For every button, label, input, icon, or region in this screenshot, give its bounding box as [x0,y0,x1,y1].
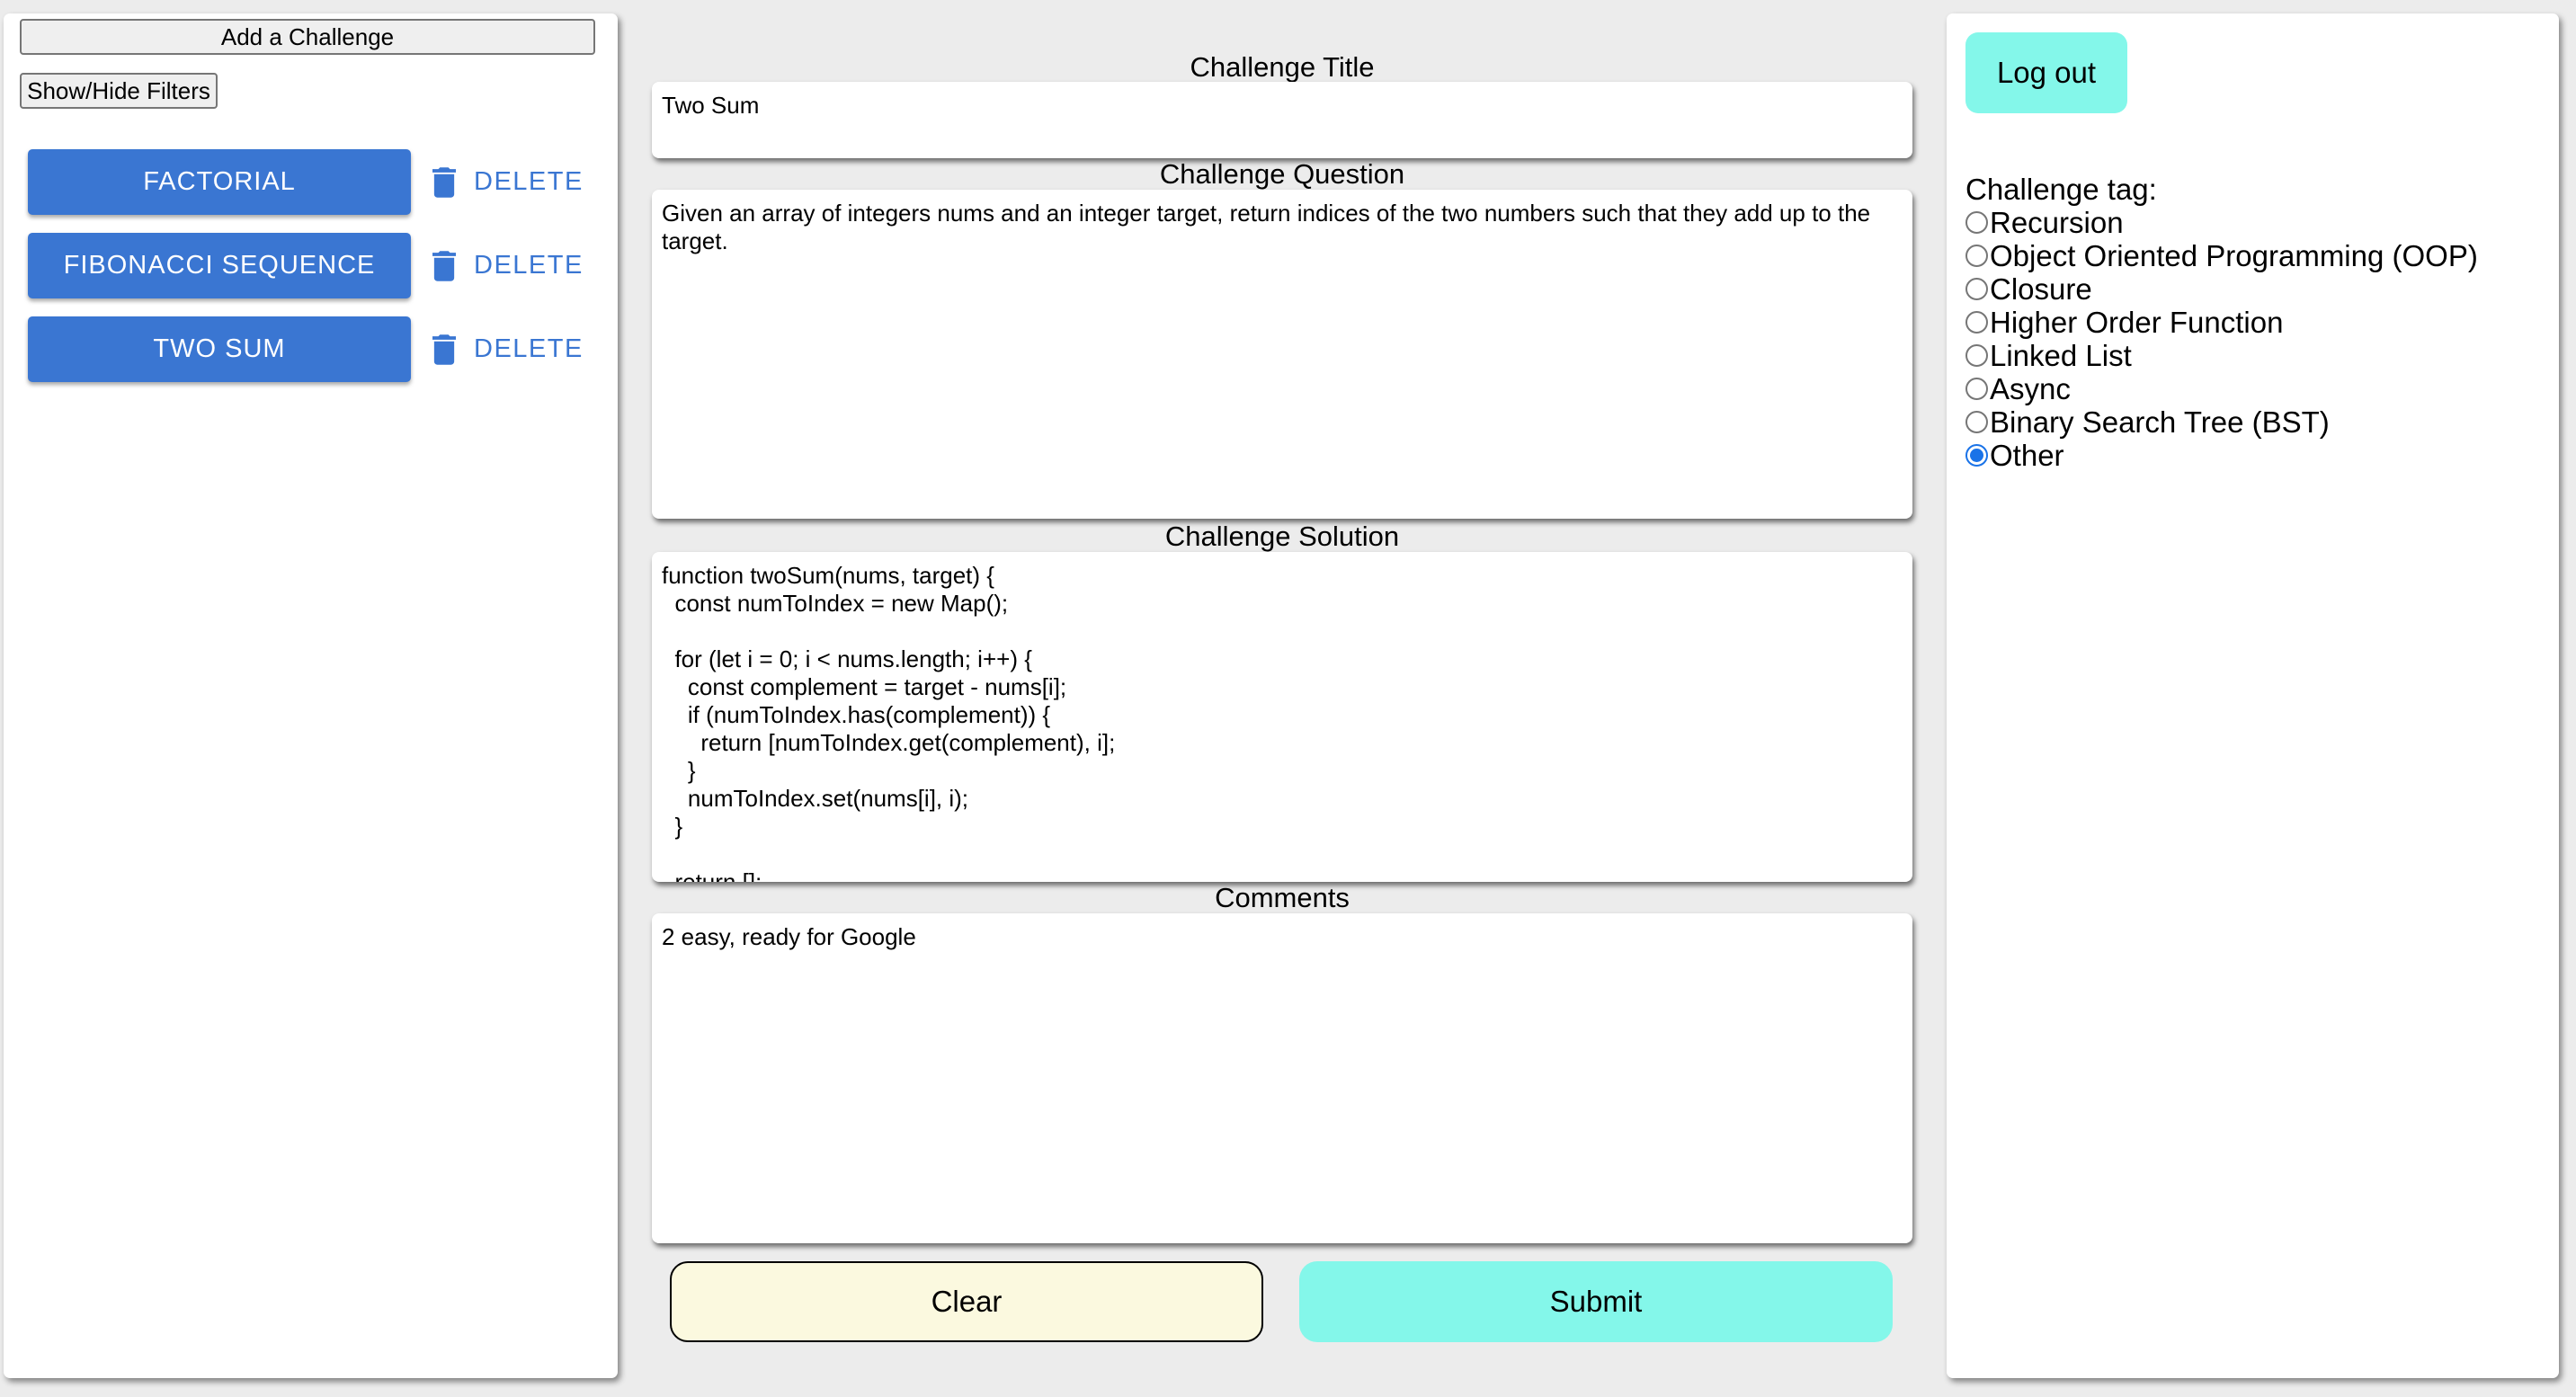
comments-textarea[interactable]: 2 easy, ready for Google [652,913,1912,1243]
radio-button[interactable] [1965,211,1988,234]
tag-option-linked-list[interactable]: Linked List [1965,339,2132,372]
tag-label: Linked List [1990,339,2132,372]
challenge-title-input[interactable]: Two Sum [652,82,1912,158]
tag-label: Binary Search Tree (BST) [1990,405,2330,439]
challenge-list-item: FIBONACCI SEQUENCE DELETE [28,233,585,298]
delete-two-sum-button[interactable]: DELETE [422,316,585,382]
submit-button[interactable]: Submit [1299,1261,1893,1342]
challenge-list-item: FACTORIAL DELETE [28,149,585,215]
logout-button[interactable]: Log out [1965,32,2127,113]
tag-option-other[interactable]: Other [1965,439,2064,472]
delete-fibonacci-button[interactable]: DELETE [422,233,585,298]
radio-button[interactable] [1965,278,1988,300]
radio-button[interactable] [1965,411,1988,433]
delete-label: DELETE [474,334,584,363]
challenge-solution-label: Challenge Solution [1164,521,1400,552]
challenge-factorial-button[interactable]: FACTORIAL [28,149,411,215]
radio-button[interactable] [1965,378,1988,400]
radio-button[interactable] [1965,344,1988,367]
tag-option-async[interactable]: Async [1965,372,2071,405]
tag-option-recursion[interactable]: Recursion [1965,206,2124,239]
challenge-question-textarea[interactable]: Given an array of integers nums and an i… [652,190,1912,519]
challenge-question-label: Challenge Question [1159,158,1405,190]
tag-label: Object Oriented Programming (OOP) [1990,239,2478,272]
challenge-list-item: TWO SUM DELETE [28,316,585,382]
challenge-two-sum-button[interactable]: TWO SUM [28,316,411,382]
tag-label: Recursion [1990,206,2124,239]
tag-option-higher-order-function[interactable]: Higher Order Function [1965,306,2283,339]
add-challenge-button[interactable]: Add a Challenge [20,19,595,55]
show-hide-filters-button[interactable]: Show/Hide Filters [20,73,218,109]
trash-icon [432,250,456,281]
radio-button-selected[interactable] [1965,444,1988,467]
challenge-solution-textarea[interactable]: function twoSum(nums, target) { const nu… [652,552,1912,882]
delete-label: DELETE [474,167,584,196]
radio-button[interactable] [1965,245,1988,267]
radio-button[interactable] [1965,311,1988,334]
trash-icon [432,334,456,365]
delete-label: DELETE [474,251,584,280]
challenge-fibonacci-button[interactable]: FIBONACCI SEQUENCE [28,233,411,298]
tag-option-closure[interactable]: Closure [1965,272,2092,306]
tag-label: Async [1990,372,2071,405]
tag-label: Closure [1990,272,2092,306]
tag-option-oop[interactable]: Object Oriented Programming (OOP) [1965,239,2478,272]
tag-label: Higher Order Function [1990,306,2284,339]
tag-label: Other [1990,439,2064,472]
tag-option-bst[interactable]: Binary Search Tree (BST) [1965,405,2330,439]
challenge-list-panel [4,13,618,1378]
challenge-tag-heading: Challenge tag: [1965,173,2157,206]
delete-factorial-button[interactable]: DELETE [422,149,585,215]
clear-button[interactable]: Clear [670,1261,1263,1342]
comments-label: Comments [1215,882,1350,913]
trash-icon [432,166,456,198]
challenge-title-label: Challenge Title [1190,51,1375,83]
